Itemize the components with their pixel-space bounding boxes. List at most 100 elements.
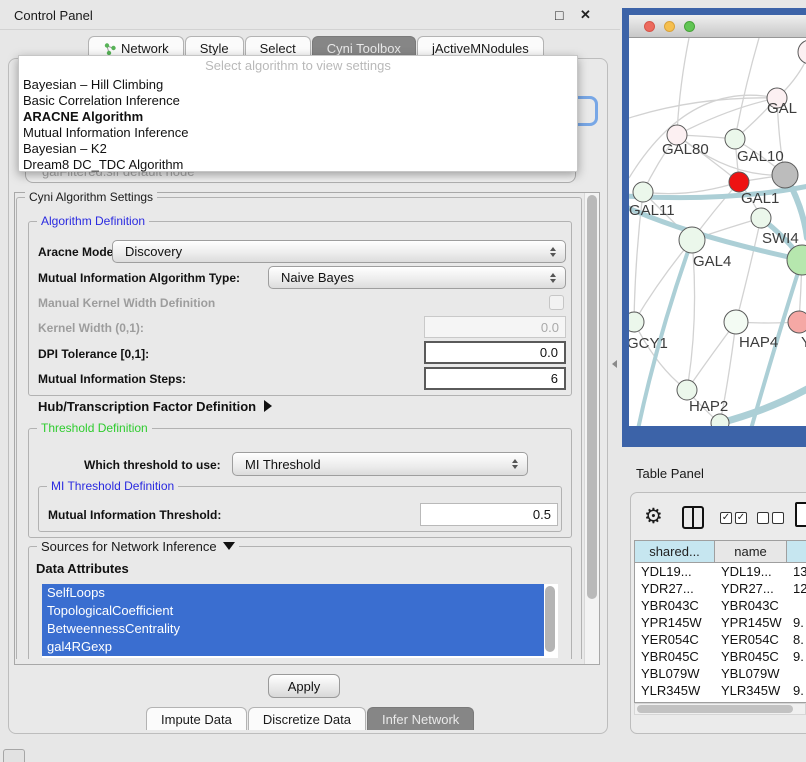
sources-collapse-toggle[interactable]: Sources for Network Inference [37, 539, 239, 554]
mac-zoom-icon[interactable] [684, 21, 695, 32]
column-header-shared-name[interactable]: shared... [635, 541, 715, 563]
network-node[interactable] [633, 182, 653, 202]
network-node[interactable] [787, 245, 806, 275]
tab-label: Style [200, 41, 229, 56]
network-edge[interactable] [736, 218, 761, 322]
apply-button[interactable]: Apply [268, 674, 340, 698]
network-node[interactable] [725, 129, 745, 149]
network-node[interactable] [772, 162, 798, 188]
algorithm-option-dream8-dc-tdc-algorithm[interactable]: Dream8 DC_TDC Algorithm [19, 157, 577, 173]
tab-label: Cyni Toolbox [327, 41, 401, 56]
network-edge[interactable] [687, 322, 736, 390]
which-threshold-combo[interactable]: MI Threshold [232, 452, 528, 476]
splitter-grip-icon[interactable] [612, 360, 617, 368]
attribute-item-selfloops[interactable]: SelfLoops [42, 584, 544, 602]
network-window-titlebar[interactable] [629, 15, 806, 38]
network-edge[interactable] [629, 98, 777, 118]
table-row[interactable]: YPR145WYPR145W9. [635, 614, 806, 631]
network-node[interactable] [677, 380, 697, 400]
network-node[interactable] [798, 40, 806, 64]
table-row[interactable]: YBR045CYBR045C9. [635, 648, 806, 665]
column-header-name[interactable]: name [715, 541, 787, 563]
algorithm-option-bayesian-hill-climbing[interactable]: Bayesian – Hill Climbing [19, 77, 577, 93]
kernel-width-field[interactable]: 0.0 [424, 316, 566, 338]
table-row[interactable]: YDR27...YDR27...12 [635, 580, 806, 597]
control-panel-title: Control Panel [14, 8, 93, 23]
network-node[interactable] [629, 312, 644, 332]
algorithm-option-aracne-algorithm[interactable]: ARACNE Algorithm [19, 109, 577, 125]
table-cell: YDR27... [635, 580, 715, 597]
attribute-item-gal4rgexp[interactable]: gal4RGexp [42, 638, 544, 656]
gear-icon[interactable]: ⚙ [644, 504, 663, 529]
network-canvas[interactable]: GALGAL80GAL10GAL1GAL11SWI4GAL4GCY1HAP4YH… [629, 38, 806, 426]
tab-discretize-data[interactable]: Discretize Data [248, 707, 366, 730]
table-cell: 13 [787, 563, 806, 580]
node-label-swi4: SWI4 [762, 230, 799, 247]
deselect-all-columns-icon[interactable] [757, 512, 784, 524]
table-cell [787, 665, 806, 682]
network-edge[interactable] [643, 182, 739, 194]
cyni-mode-tabs: Impute DataDiscretize DataInfer Network [146, 707, 475, 730]
network-node[interactable] [729, 172, 749, 192]
table-row[interactable]: YBL079WYBL079W [635, 665, 806, 682]
group-title: Algorithm Definition [37, 214, 149, 228]
table-row[interactable]: YBR043CYBR043C [635, 597, 806, 614]
minimized-panel-icon[interactable] [3, 749, 25, 762]
table-row[interactable]: YDL19...YDL19...13 [635, 563, 806, 580]
close-icon[interactable]: ✕ [580, 7, 591, 23]
dpi-tolerance-field[interactable]: 0.0 [424, 341, 566, 364]
which-threshold-label: Which threshold to use: [84, 458, 221, 472]
table-cell: YPR145W [635, 614, 715, 631]
settings-scrollbar[interactable] [584, 193, 599, 664]
table-cell: YBR045C [635, 648, 715, 665]
table-row[interactable]: YER054CYER054C8. [635, 631, 806, 648]
table-row[interactable]: YLR345WYLR345W9. [635, 682, 806, 699]
table-hscrollbar[interactable] [634, 703, 806, 715]
network-edge[interactable] [735, 38, 759, 139]
tab-label: Network [121, 41, 169, 56]
algorithm-option-bayesian-k2[interactable]: Bayesian – K2 [19, 141, 577, 157]
mi-algorithm-type-combo[interactable]: Naive Bayes [268, 266, 566, 289]
network-node[interactable] [724, 310, 748, 334]
tab-label: Select [260, 41, 296, 56]
group-title: Threshold Definition [37, 421, 152, 435]
mi-steps-field[interactable]: 6 [424, 367, 566, 390]
select-all-columns-icon[interactable]: ✓ ✓ [720, 512, 747, 524]
table-cell: YLR345W [635, 682, 715, 699]
hub-definition-expander[interactable]: Hub/Transcription Factor Definition [38, 399, 272, 414]
column-header-partial[interactable] [787, 541, 806, 563]
aracne-mode-combo[interactable]: Discovery [112, 240, 566, 263]
node-label-hap4: HAP4 [739, 334, 778, 351]
network-node[interactable] [788, 311, 806, 333]
network-node[interactable] [711, 414, 729, 426]
algorithm-option-basic-correlation-inference[interactable]: Basic Correlation Inference [19, 93, 577, 109]
new-table-icon[interactable] [795, 502, 806, 527]
attribute-item-topologicalcoefficient[interactable]: TopologicalCoefficient [42, 602, 544, 620]
mi-type-label: Mutual Information Algorithm Type: [38, 271, 240, 285]
table-data-combo[interactable]: galFiltered.sif default node [25, 172, 576, 183]
network-node[interactable] [751, 208, 771, 228]
mi-threshold-field[interactable]: 0.5 [420, 503, 558, 526]
expand-right-icon [264, 400, 272, 412]
float-window-icon[interactable]: □ [555, 7, 563, 23]
tab-infer-network[interactable]: Infer Network [367, 707, 474, 730]
network-node[interactable] [679, 227, 705, 253]
unchecked-box-icon [757, 512, 769, 524]
table-cell: 9. [787, 682, 806, 699]
hscrollbar-thumb[interactable] [637, 705, 793, 713]
manual-kernel-checkbox[interactable] [549, 295, 564, 310]
network-edge[interactable] [634, 240, 692, 322]
combo-arrows-icon [512, 459, 518, 469]
table-cell: YBR045C [715, 648, 787, 665]
table-cell: YDR27... [715, 580, 787, 597]
attributes-scrollbar-thumb[interactable] [545, 586, 555, 652]
mac-close-icon[interactable] [644, 21, 655, 32]
tab-impute-data[interactable]: Impute Data [146, 707, 247, 730]
attribute-item-betweennesscentrality[interactable]: BetweennessCentrality [42, 620, 544, 638]
mac-minimize-icon[interactable] [664, 21, 675, 32]
table-cell: 9. [787, 614, 806, 631]
data-attributes-label: Data Attributes [36, 561, 129, 576]
scrollbar-thumb[interactable] [587, 195, 597, 599]
columns-icon[interactable] [682, 506, 704, 529]
algorithm-option-mutual-information-inference[interactable]: Mutual Information Inference [19, 125, 577, 141]
